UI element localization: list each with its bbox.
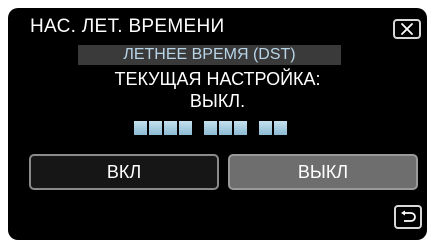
dst-subtitle: ЛЕТНЕЕ ВРЕМЯ (DST): [78, 45, 341, 65]
dst-settings-screen: НАС. ЛЕТ. ВРЕМЕНИ ЛЕТНЕЕ ВРЕМЯ (DST) ТЕК…: [8, 8, 427, 240]
date-time-placeholder: [134, 121, 287, 135]
close-icon: [401, 23, 413, 35]
current-setting-value: ВЫКЛ.: [189, 91, 246, 111]
on-button[interactable]: ВКЛ: [29, 154, 219, 190]
back-button[interactable]: [394, 205, 422, 229]
page-title: НАС. ЛЕТ. ВРЕМЕНИ: [30, 16, 225, 37]
close-button[interactable]: [393, 19, 421, 39]
current-setting-label: ТЕКУЩАЯ НАСТРОЙКА:: [114, 69, 321, 89]
off-button[interactable]: ВЫКЛ: [228, 154, 418, 190]
return-icon: [401, 210, 416, 222]
